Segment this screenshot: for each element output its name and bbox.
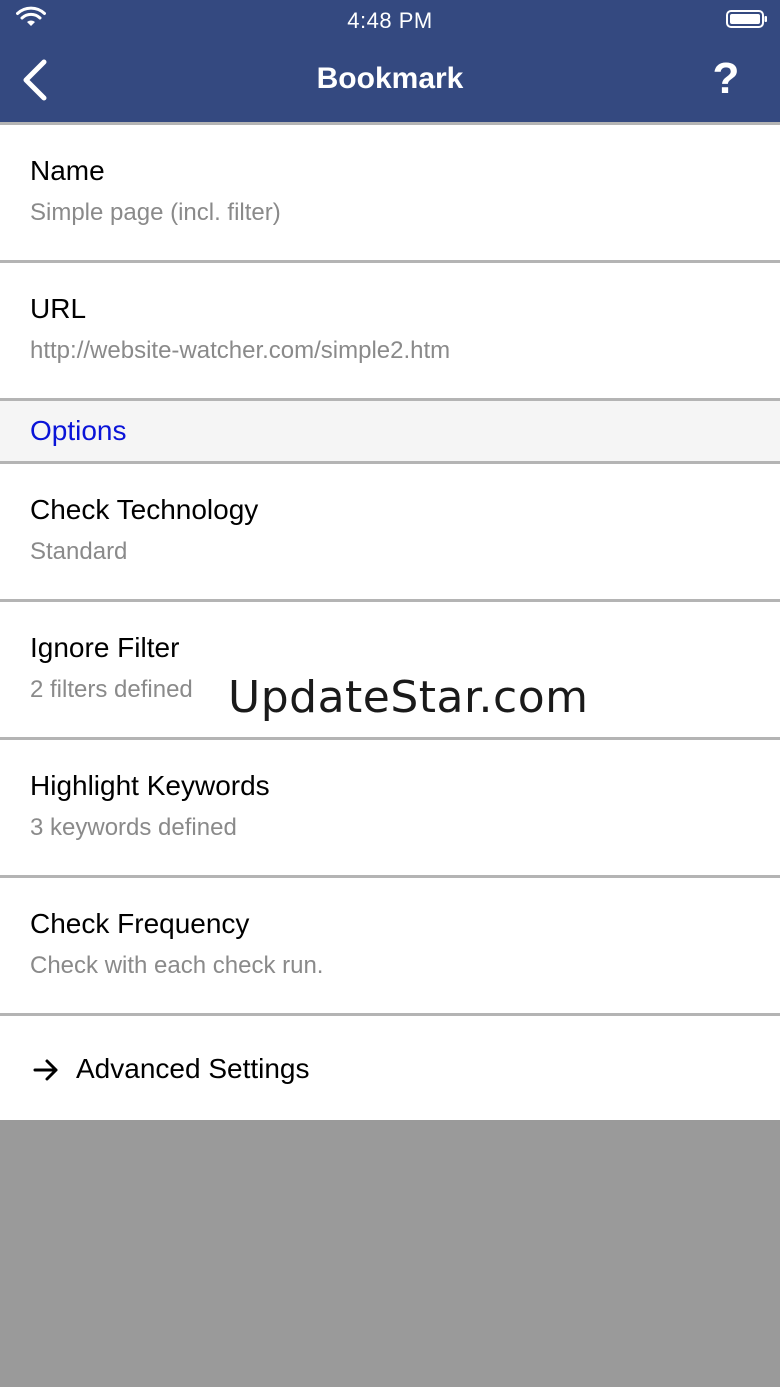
- ignore-filter-label: Ignore Filter: [30, 632, 180, 663]
- check-technology-label: Check Technology: [30, 494, 259, 525]
- name-value: Simple page (incl. filter): [30, 199, 281, 226]
- status-time: 4:48 PM: [347, 8, 433, 33]
- advanced-settings-label: Advanced Settings: [76, 1053, 310, 1084]
- check-frequency-row[interactable]: Check Frequency Check with each check ru…: [0, 875, 780, 1013]
- url-value: http://website-watcher.com/simple2.htm: [30, 337, 451, 364]
- check-frequency-value: Check with each check run.: [30, 952, 324, 979]
- watermark: UpdateStar.com: [228, 672, 589, 723]
- battery-icon: [726, 10, 767, 28]
- check-technology-row[interactable]: Check Technology Standard: [0, 461, 780, 599]
- status-bar: 4:48 PM: [0, 0, 780, 40]
- highlight-keywords-value: 3 keywords defined: [30, 814, 237, 841]
- name-row[interactable]: Name Simple page (incl. filter): [0, 122, 780, 260]
- highlight-keywords-label: Highlight Keywords: [30, 770, 270, 801]
- check-frequency-label: Check Frequency: [30, 908, 250, 939]
- check-technology-value: Standard: [30, 538, 128, 565]
- url-row[interactable]: URL http://website-watcher.com/simple2.h…: [0, 260, 780, 398]
- navigation-bar: Bookmark ?: [0, 40, 780, 122]
- url-label: URL: [30, 293, 87, 324]
- page-title: Bookmark: [316, 62, 464, 95]
- name-label: Name: [30, 155, 105, 186]
- advanced-settings-row[interactable]: Advanced Settings: [0, 1013, 780, 1120]
- options-section-label: Options: [30, 415, 127, 446]
- settings-list: Name Simple page (incl. filter) URL http…: [0, 122, 780, 1120]
- options-section-header: Options: [0, 398, 780, 461]
- arrow-right-icon: [33, 1059, 58, 1081]
- ignore-filter-value: 2 filters defined: [30, 676, 193, 703]
- highlight-keywords-row[interactable]: Highlight Keywords 3 keywords defined: [0, 737, 780, 875]
- help-button[interactable]: ?: [706, 52, 746, 106]
